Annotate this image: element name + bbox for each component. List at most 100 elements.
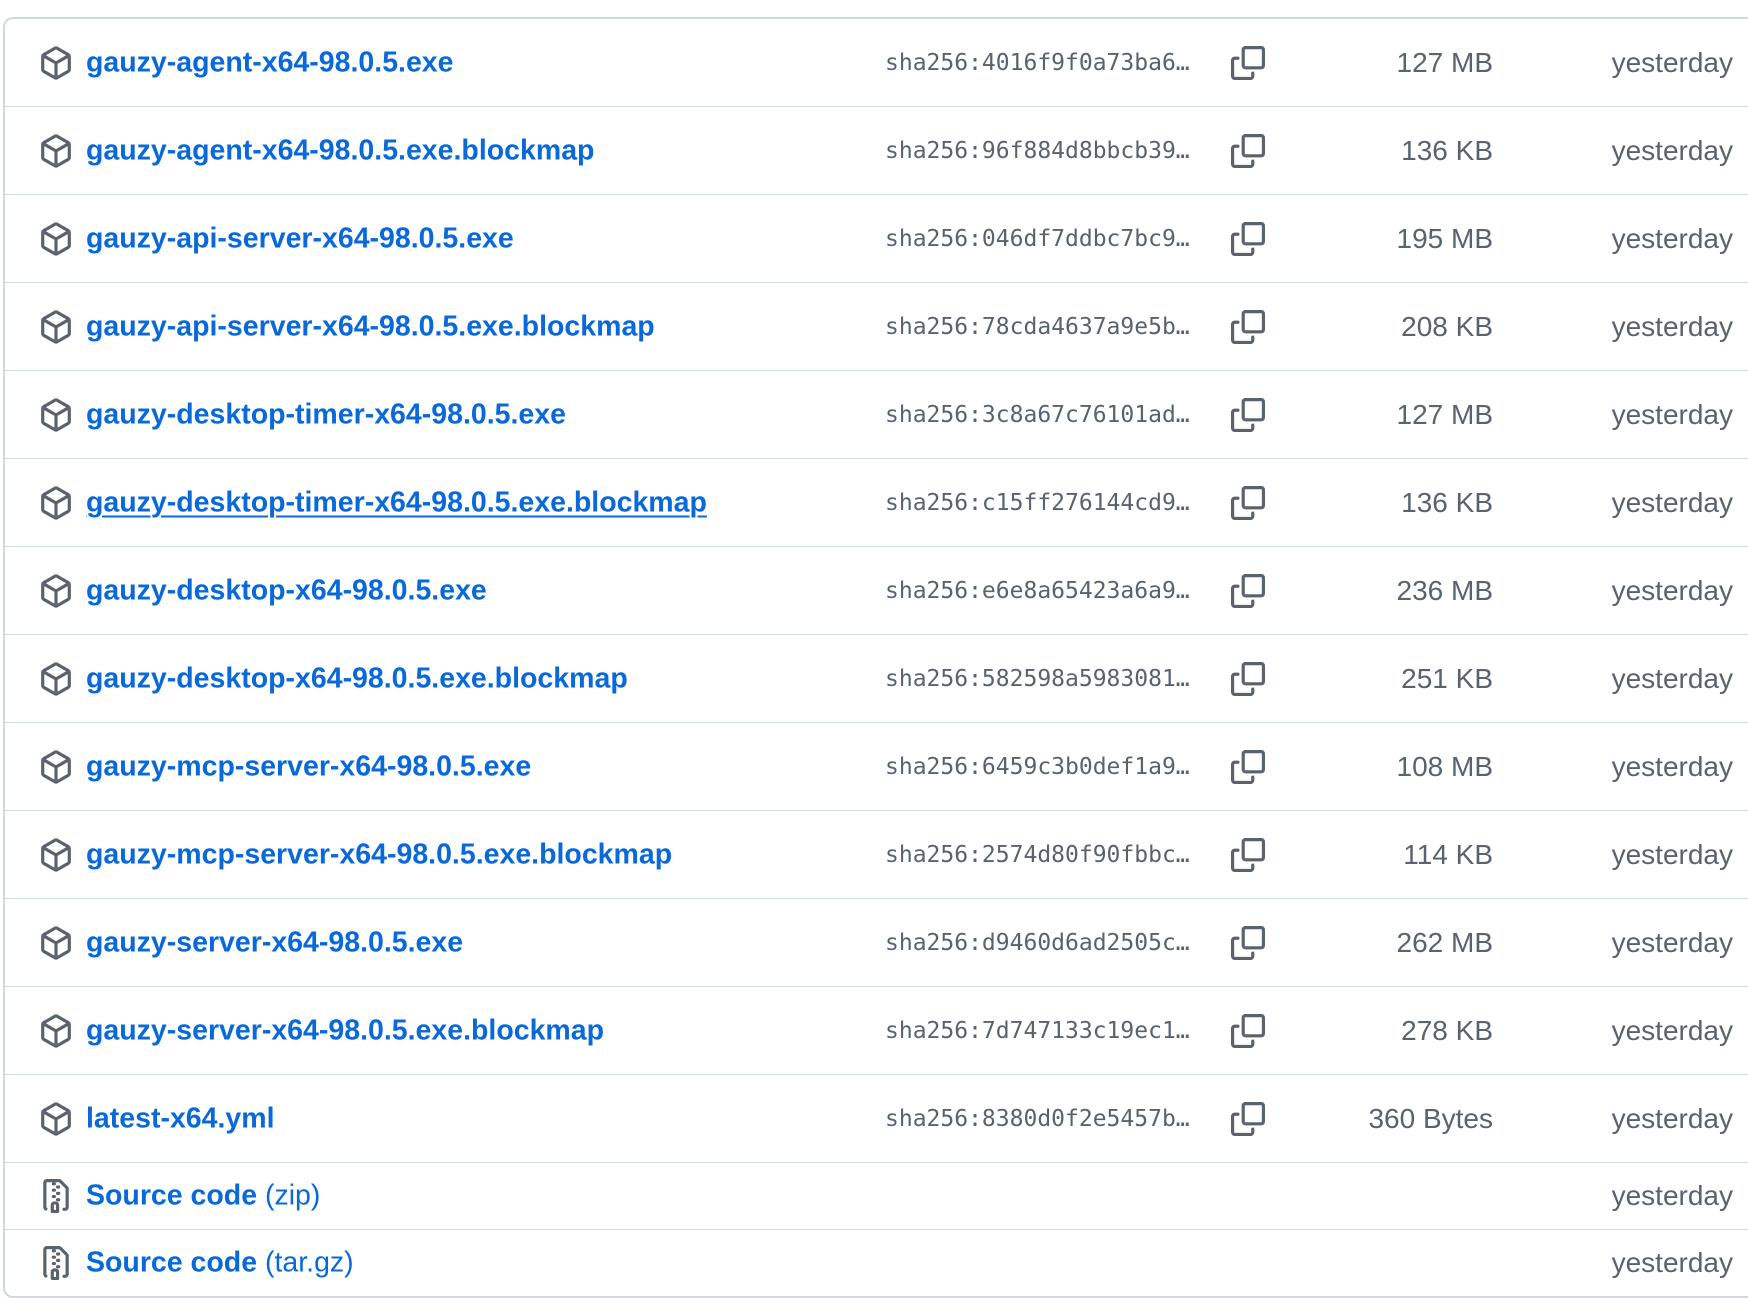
source-label: Source code (86, 1246, 258, 1279)
asset-date: yesterday (1611, 1102, 1733, 1134)
asset-date: yesterday (1611, 222, 1733, 254)
asset-link[interactable]: gauzy-agent-x64-98.0.5.exe.blockmap (86, 134, 594, 167)
asset-link[interactable]: gauzy-server-x64-98.0.5.exe.blockmap (86, 1014, 604, 1047)
asset-date: yesterday (1611, 46, 1733, 78)
copy-icon[interactable] (1231, 133, 1265, 168)
asset-size: 136 KB (1401, 486, 1493, 518)
package-icon (39, 749, 73, 784)
release-assets-list: gauzy-agent-x64-98.0.5.exe sha256:4016f9… (3, 17, 1748, 1298)
copy-icon[interactable] (1231, 1101, 1265, 1136)
package-icon (39, 485, 73, 520)
package-icon (39, 1101, 73, 1136)
package-icon (39, 661, 73, 696)
copy-icon[interactable] (1231, 925, 1265, 960)
package-icon (39, 397, 73, 432)
copy-icon[interactable] (1231, 45, 1265, 80)
asset-date: yesterday (1611, 750, 1733, 782)
file-zip-icon (39, 1179, 73, 1213)
source-zip-link[interactable]: Source code (zip) (86, 1180, 320, 1213)
asset-row: gauzy-agent-x64-98.0.5.exe.blockmap sha2… (5, 106, 1748, 194)
asset-sha256: sha256:582598a5983081… (885, 665, 1190, 692)
asset-date: yesterday (1611, 310, 1733, 342)
copy-icon[interactable] (1231, 309, 1265, 344)
asset-size: 195 MB (1396, 222, 1494, 254)
asset-size: 108 MB (1396, 750, 1494, 782)
asset-link[interactable]: gauzy-desktop-x64-98.0.5.exe (86, 574, 487, 607)
source-format: (zip) (264, 1179, 321, 1212)
asset-date: yesterday (1611, 926, 1733, 958)
copy-icon[interactable] (1231, 749, 1265, 784)
asset-date: yesterday (1611, 398, 1733, 430)
asset-sha256: sha256:d9460d6ad2505c… (885, 929, 1190, 956)
asset-size: 360 Bytes (1368, 1102, 1493, 1134)
asset-date: yesterday (1611, 1014, 1733, 1046)
asset-sha256: sha256:c15ff276144cd9… (885, 489, 1190, 516)
asset-sha256: sha256:6459c3b0def1a9… (885, 753, 1190, 780)
asset-size: 251 KB (1401, 662, 1493, 694)
copy-icon[interactable] (1231, 573, 1265, 608)
asset-date: yesterday (1611, 134, 1733, 166)
asset-row: gauzy-desktop-timer-x64-98.0.5.exe sha25… (5, 370, 1748, 458)
source-row: Source code (zip) yesterday (5, 1162, 1748, 1229)
copy-icon[interactable] (1231, 661, 1265, 696)
asset-sha256: sha256:3c8a67c76101ad… (885, 401, 1190, 428)
package-icon (39, 1013, 73, 1048)
copy-icon[interactable] (1231, 485, 1265, 520)
asset-date: yesterday (1611, 574, 1733, 606)
package-icon (39, 221, 73, 256)
asset-link[interactable]: gauzy-mcp-server-x64-98.0.5.exe (86, 750, 531, 783)
package-icon (39, 309, 73, 344)
asset-link[interactable]: gauzy-desktop-timer-x64-98.0.5.exe.block… (86, 486, 707, 519)
package-icon (39, 573, 73, 608)
copy-icon[interactable] (1231, 837, 1265, 872)
asset-sha256: sha256:7d747133c19ec1… (885, 1017, 1190, 1044)
asset-link[interactable]: gauzy-desktop-x64-98.0.5.exe.blockmap (86, 662, 628, 695)
asset-date: yesterday (1611, 486, 1733, 518)
source-targz-link[interactable]: Source code (tar.gz) (86, 1247, 354, 1280)
asset-size: 208 KB (1401, 310, 1493, 342)
asset-row: gauzy-agent-x64-98.0.5.exe sha256:4016f9… (5, 19, 1748, 106)
copy-icon[interactable] (1231, 1013, 1265, 1048)
asset-row: gauzy-server-x64-98.0.5.exe sha256:d9460… (5, 898, 1748, 986)
asset-link[interactable]: gauzy-agent-x64-98.0.5.exe (86, 46, 454, 79)
asset-sha256: sha256:046df7ddbc7bc9… (885, 225, 1190, 252)
asset-sha256: sha256:2574d80f90fbbc… (885, 841, 1190, 868)
file-zip-icon (39, 1246, 73, 1280)
source-format: (tar.gz) (264, 1246, 354, 1279)
asset-row: gauzy-desktop-timer-x64-98.0.5.exe.block… (5, 458, 1748, 546)
package-icon (39, 925, 73, 960)
asset-row: gauzy-server-x64-98.0.5.exe.blockmap sha… (5, 986, 1748, 1074)
asset-row: gauzy-api-server-x64-98.0.5.exe sha256:0… (5, 194, 1748, 282)
package-icon (39, 45, 73, 80)
asset-size: 262 MB (1396, 926, 1494, 958)
asset-date: yesterday (1611, 662, 1733, 694)
package-icon (39, 837, 73, 872)
asset-size: 127 MB (1396, 398, 1494, 430)
asset-sha256: sha256:78cda4637a9e5b… (885, 313, 1190, 340)
asset-row: gauzy-desktop-x64-98.0.5.exe.blockmap sh… (5, 634, 1748, 722)
asset-size: 127 MB (1396, 46, 1494, 78)
asset-row: gauzy-api-server-x64-98.0.5.exe.blockmap… (5, 282, 1748, 370)
asset-size: 278 KB (1401, 1014, 1493, 1046)
asset-row: latest-x64.yml sha256:8380d0f2e5457b… 36… (5, 1074, 1748, 1162)
asset-link[interactable]: gauzy-desktop-timer-x64-98.0.5.exe (86, 398, 566, 431)
copy-icon[interactable] (1231, 397, 1265, 432)
source-row: Source code (tar.gz) yesterday (5, 1229, 1748, 1296)
asset-sha256: sha256:8380d0f2e5457b… (885, 1105, 1190, 1132)
asset-size: 236 MB (1396, 574, 1494, 606)
asset-link[interactable]: gauzy-mcp-server-x64-98.0.5.exe.blockmap (86, 838, 672, 871)
source-date: yesterday (1611, 1247, 1733, 1278)
asset-size: 136 KB (1401, 134, 1493, 166)
asset-sha256: sha256:96f884d8bbcb39… (885, 137, 1190, 164)
asset-row: gauzy-desktop-x64-98.0.5.exe sha256:e6e8… (5, 546, 1748, 634)
source-date: yesterday (1611, 1180, 1733, 1211)
asset-sha256: sha256:4016f9f0a73ba6… (885, 49, 1190, 76)
asset-link[interactable]: gauzy-api-server-x64-98.0.5.exe (86, 222, 514, 255)
asset-sha256: sha256:e6e8a65423a6a9… (885, 577, 1190, 604)
asset-link[interactable]: gauzy-api-server-x64-98.0.5.exe.blockmap (86, 310, 655, 343)
asset-link[interactable]: latest-x64.yml (86, 1102, 275, 1135)
asset-link[interactable]: gauzy-server-x64-98.0.5.exe (86, 926, 463, 959)
asset-date: yesterday (1611, 838, 1733, 870)
asset-row: gauzy-mcp-server-x64-98.0.5.exe.blockmap… (5, 810, 1748, 898)
copy-icon[interactable] (1231, 221, 1265, 256)
